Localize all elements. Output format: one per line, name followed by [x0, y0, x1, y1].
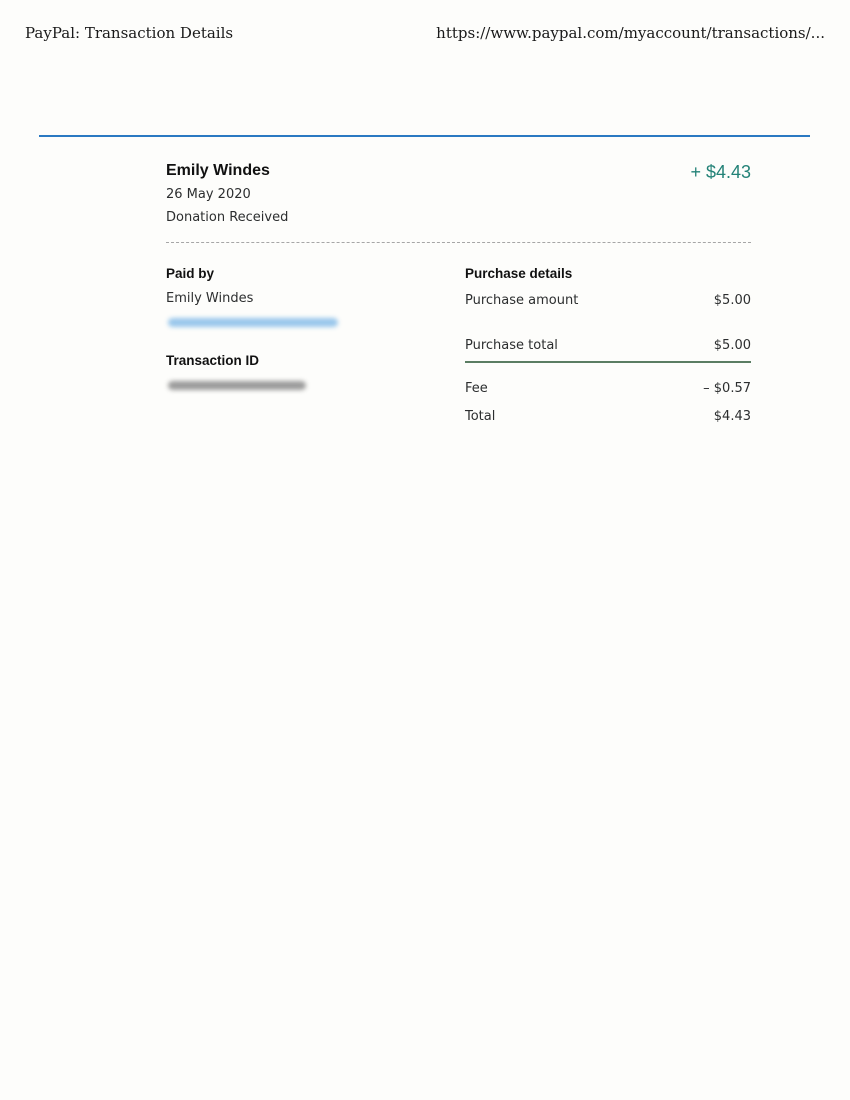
purchase-amount-value: $5.00: [713, 293, 751, 308]
transaction-amount: + $4.43: [690, 162, 751, 182]
header-divider: [39, 135, 810, 137]
print-header: PayPal: Transaction Details https://www.…: [25, 24, 825, 44]
redacted-transaction-id: [168, 381, 306, 390]
transaction-id-label: Transaction ID: [166, 353, 260, 368]
transaction-date: 26 May 2020: [166, 187, 251, 202]
total-divider: [465, 361, 751, 363]
purchase-total-label: Purchase total: [465, 338, 558, 353]
grand-total-label: Total: [465, 409, 496, 424]
details-section: Paid by Emily Windes Transaction ID Purc…: [166, 264, 751, 484]
transaction-details: Emily Windes 26 May 2020 Donation Receiv…: [166, 160, 751, 484]
purchase-amount-label: Purchase amount: [465, 293, 579, 308]
grand-total-row: Total $4.43: [465, 409, 751, 427]
purchase-total-value: $5.00: [713, 338, 751, 353]
print-page-title: PayPal: Transaction Details: [25, 24, 234, 42]
transaction-type: Donation Received: [166, 210, 289, 225]
paid-by-name: Emily Windes: [166, 291, 254, 306]
purchase-details-label: Purchase details: [465, 266, 573, 281]
fee-label: Fee: [465, 381, 488, 396]
summary-divider: [166, 242, 751, 243]
print-page-url: https://www.paypal.com/myaccount/transac…: [436, 24, 825, 42]
fee-row: Fee – $0.57: [465, 381, 751, 399]
payer-name: Emily Windes: [166, 162, 270, 179]
grand-total-value: $4.43: [713, 409, 751, 424]
fee-value: – $0.57: [703, 381, 751, 396]
transaction-summary: Emily Windes 26 May 2020 Donation Receiv…: [166, 160, 751, 244]
redacted-email: [168, 318, 338, 327]
purchase-amount-row: Purchase amount $5.00: [465, 293, 751, 311]
paid-by-label: Paid by: [166, 266, 215, 281]
purchase-total-row: Purchase total $5.00: [465, 338, 751, 356]
